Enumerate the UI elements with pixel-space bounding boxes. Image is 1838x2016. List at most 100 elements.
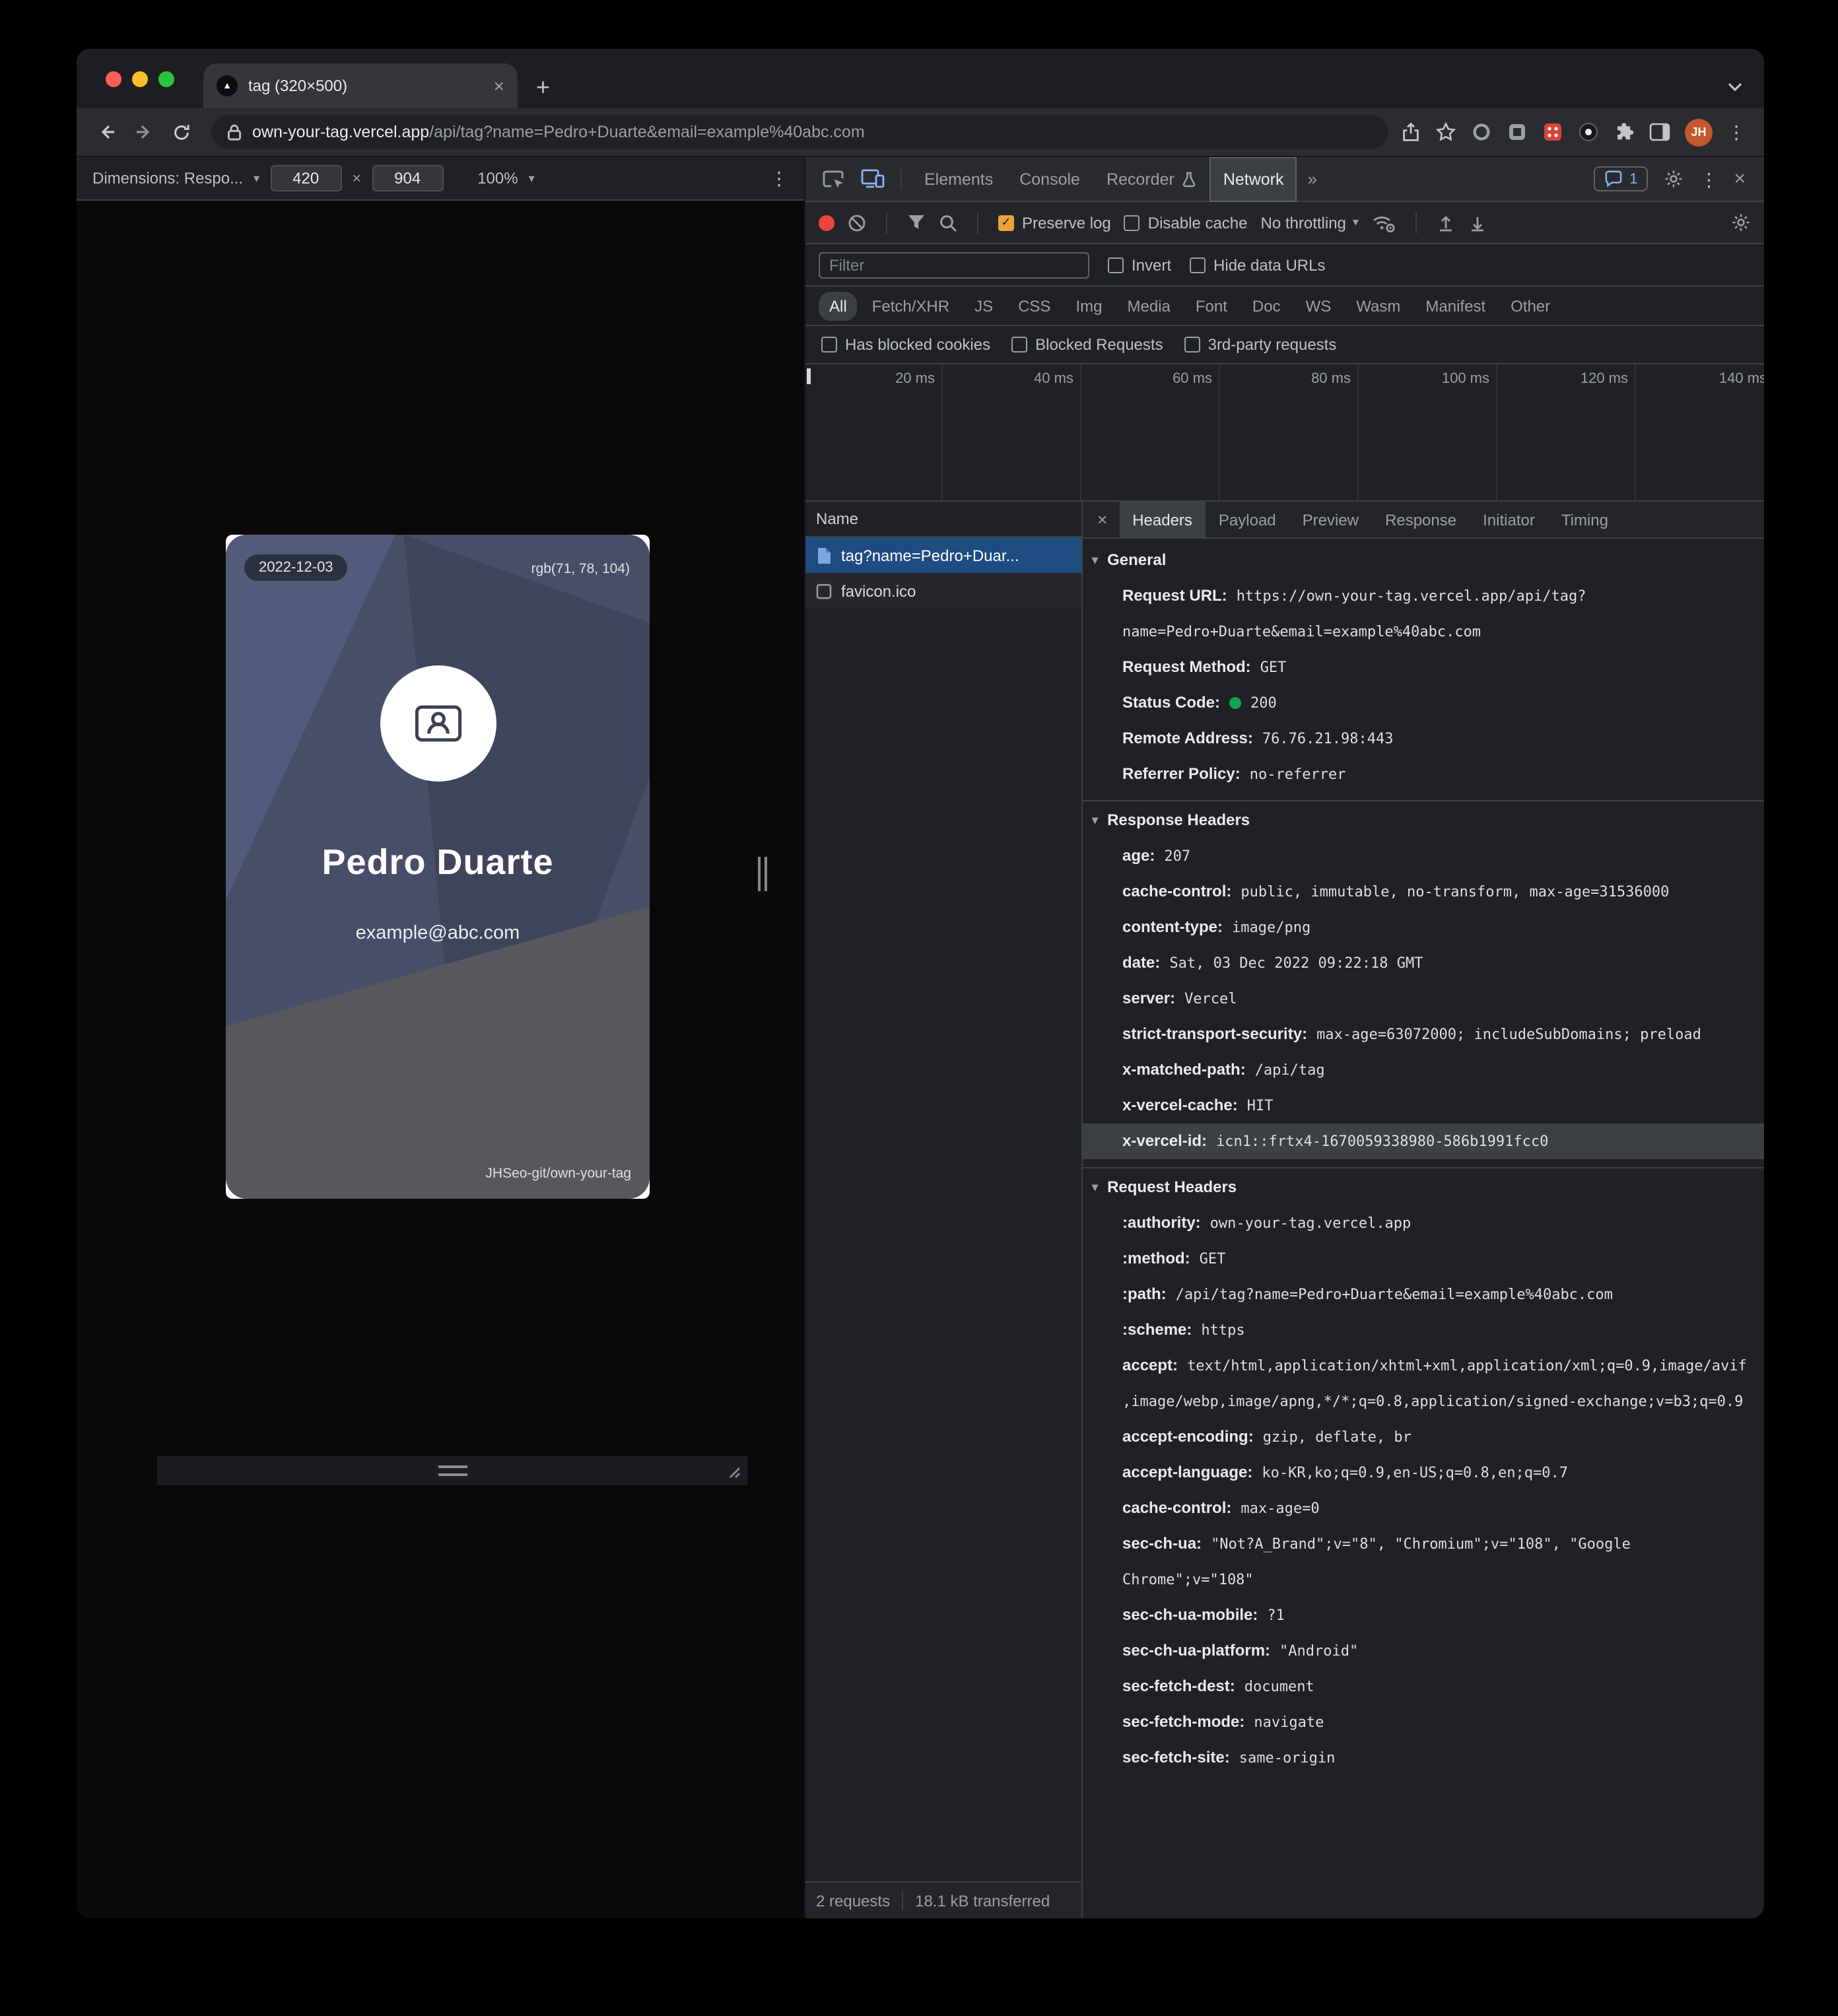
issues-button[interactable]: 1 <box>1594 166 1649 191</box>
search-icon[interactable] <box>939 213 957 232</box>
detail-tab-headers[interactable]: Headers <box>1119 501 1206 538</box>
invert-toggle[interactable]: Invert <box>1108 255 1171 274</box>
devtools-tab-elements[interactable]: Elements <box>911 156 1006 201</box>
forward-icon[interactable] <box>127 115 161 149</box>
extension-icon-1[interactable] <box>1471 121 1492 143</box>
hide-data-urls-toggle[interactable]: Hide data URLs <box>1190 255 1325 274</box>
detail-close-icon[interactable]: × <box>1085 510 1119 529</box>
request-row[interactable]: tag?name=Pedro+Duar... <box>805 537 1081 573</box>
maximize-window-button[interactable] <box>158 71 174 87</box>
3rd-party-requests-checkbox[interactable] <box>1184 337 1200 353</box>
filter-chip-font[interactable]: Font <box>1185 291 1238 320</box>
header-value: icn1::frtx4-1670059338980-586b1991fcc0 <box>1216 1133 1549 1150</box>
side-panel-icon[interactable] <box>1649 123 1670 141</box>
blocked-requests-checkbox[interactable] <box>1011 337 1028 353</box>
browser-menu-kebab-icon[interactable]: ⋮ <box>1727 123 1746 141</box>
header-row-age: age: 207 <box>1083 838 1764 874</box>
filter-chip-js[interactable]: JS <box>964 291 1004 320</box>
section-header-general[interactable]: ▾ General <box>1083 541 1764 578</box>
section-header-request-headers[interactable]: ▾ Request Headers <box>1083 1168 1764 1205</box>
filter-input[interactable] <box>819 252 1089 278</box>
header-row-sec-ch-ua-platform: sec-ch-ua-platform: "Android" <box>1083 1633 1764 1669</box>
hide-data-urls-checkbox[interactable] <box>1190 257 1206 273</box>
filter-chip-media[interactable]: Media <box>1117 291 1181 320</box>
extension-icon-2[interactable] <box>1507 121 1528 143</box>
invert-checkbox[interactable] <box>1108 257 1124 273</box>
device-toolbar-kebab-icon[interactable]: ⋮ <box>770 169 788 187</box>
export-har-icon[interactable] <box>1468 213 1487 232</box>
resize-corner-icon[interactable] <box>725 1463 741 1479</box>
network-settings-gear-icon[interactable] <box>1731 213 1751 232</box>
device-width-input[interactable] <box>270 165 342 191</box>
disable-cache-checkbox[interactable] <box>1124 215 1140 230</box>
close-window-button[interactable] <box>106 71 121 87</box>
tab-close-icon[interactable]: × <box>494 77 504 95</box>
tab-search-chevron-icon[interactable] <box>1727 82 1743 92</box>
devtools-tab-console[interactable]: Console <box>1006 156 1093 201</box>
profile-avatar[interactable]: JH <box>1685 118 1713 146</box>
request-row[interactable]: favicon.ico <box>805 573 1081 609</box>
header-value: gzip, deflate, br <box>1262 1428 1412 1446</box>
inspect-element-icon[interactable] <box>816 168 852 189</box>
screen-size-handle[interactable] <box>438 1465 467 1476</box>
filter-chip-wasm[interactable]: Wasm <box>1345 291 1411 320</box>
preserve-log-checkbox[interactable]: ✓ <box>998 215 1014 230</box>
has-blocked-cookies-checkbox[interactable] <box>821 337 837 353</box>
filter-chip-css[interactable]: CSS <box>1007 291 1061 320</box>
filter-chip-doc[interactable]: Doc <box>1242 291 1291 320</box>
devtools-drag-handle[interactable] <box>758 857 767 891</box>
blocked-requests-toggle[interactable]: Blocked Requests <box>1011 335 1163 354</box>
detail-tab-timing[interactable]: Timing <box>1548 501 1621 538</box>
network-conditions-icon[interactable] <box>1372 213 1396 232</box>
share-icon[interactable] <box>1401 121 1421 143</box>
detail-tab-response[interactable]: Response <box>1372 501 1470 538</box>
minimize-window-button[interactable] <box>132 71 148 87</box>
detail-tab-payload[interactable]: Payload <box>1206 501 1289 538</box>
extension-icon-4[interactable] <box>1578 121 1599 143</box>
preserve-log-toggle[interactable]: ✓ Preserve log <box>998 213 1111 232</box>
network-overview-timeline[interactable]: 20 ms 40 ms 60 ms 80 ms 100 ms 120 ms 140 ms <box>805 364 1764 502</box>
reload-icon[interactable] <box>164 115 198 149</box>
record-button[interactable] <box>819 215 834 230</box>
devtools-settings-gear-icon[interactable] <box>1664 169 1684 189</box>
extension-icon-3[interactable] <box>1542 121 1563 143</box>
filter-chip-ws[interactable]: WS <box>1295 291 1342 320</box>
disable-cache-toggle[interactable]: Disable cache <box>1124 213 1248 232</box>
filter-chip-manifest[interactable]: Manifest <box>1415 291 1496 320</box>
device-toolbar-toggle-icon[interactable] <box>854 169 891 189</box>
clear-log-icon[interactable] <box>848 213 866 232</box>
section-title: Response Headers <box>1107 811 1250 829</box>
detail-tab-preview[interactable]: Preview <box>1289 501 1372 538</box>
header-value: document <box>1244 1678 1314 1695</box>
back-icon[interactable] <box>90 115 124 149</box>
import-har-icon[interactable] <box>1437 213 1455 232</box>
filter-chip-all[interactable]: All <box>819 291 858 320</box>
filter-chip-other[interactable]: Other <box>1500 291 1561 320</box>
device-height-input[interactable] <box>372 165 444 191</box>
url-field[interactable]: own-your-tag.vercel.app/api/tag?name=Ped… <box>211 115 1388 149</box>
filter-chip-img[interactable]: Img <box>1065 291 1112 320</box>
dimensions-select[interactable]: Dimensions: Respo... <box>92 169 243 187</box>
more-tabs-chevrons[interactable]: » <box>1300 169 1325 189</box>
lock-icon[interactable] <box>227 123 242 141</box>
header-value: navigate <box>1254 1714 1324 1731</box>
bookmark-star-icon[interactable] <box>1435 121 1456 143</box>
detail-tab-initiator[interactable]: Initiator <box>1470 501 1548 538</box>
request-list-column-header[interactable]: Name <box>805 502 1081 537</box>
new-tab-button[interactable]: + <box>536 75 550 99</box>
timeline-edge-handle[interactable] <box>807 368 811 384</box>
devtools-close-icon[interactable]: × <box>1734 169 1746 189</box>
filter-funnel-icon[interactable] <box>907 214 926 231</box>
zoom-select[interactable]: 100% <box>477 169 518 187</box>
extensions-puzzle-icon[interactable] <box>1614 121 1635 143</box>
devtools-tab-network[interactable]: Network <box>1209 156 1297 201</box>
throttling-select[interactable]: No throttling ▾ <box>1261 213 1359 232</box>
filter-chip-fetch-xhr[interactable]: Fetch/XHR <box>862 291 960 320</box>
devtools-tab-recorder[interactable]: Recorder <box>1093 156 1210 201</box>
devtools-kebab-icon[interactable]: ⋮ <box>1699 170 1718 188</box>
browser-tab[interactable]: ▲ tag (320×500) × <box>203 63 518 108</box>
devtools-tab-label: Elements <box>924 170 994 188</box>
has-blocked-cookies-toggle[interactable]: Has blocked cookies <box>821 335 990 354</box>
section-header-response-headers[interactable]: ▾ Response Headers <box>1083 801 1764 838</box>
3rd-party-requests-toggle[interactable]: 3rd-party requests <box>1184 335 1336 354</box>
